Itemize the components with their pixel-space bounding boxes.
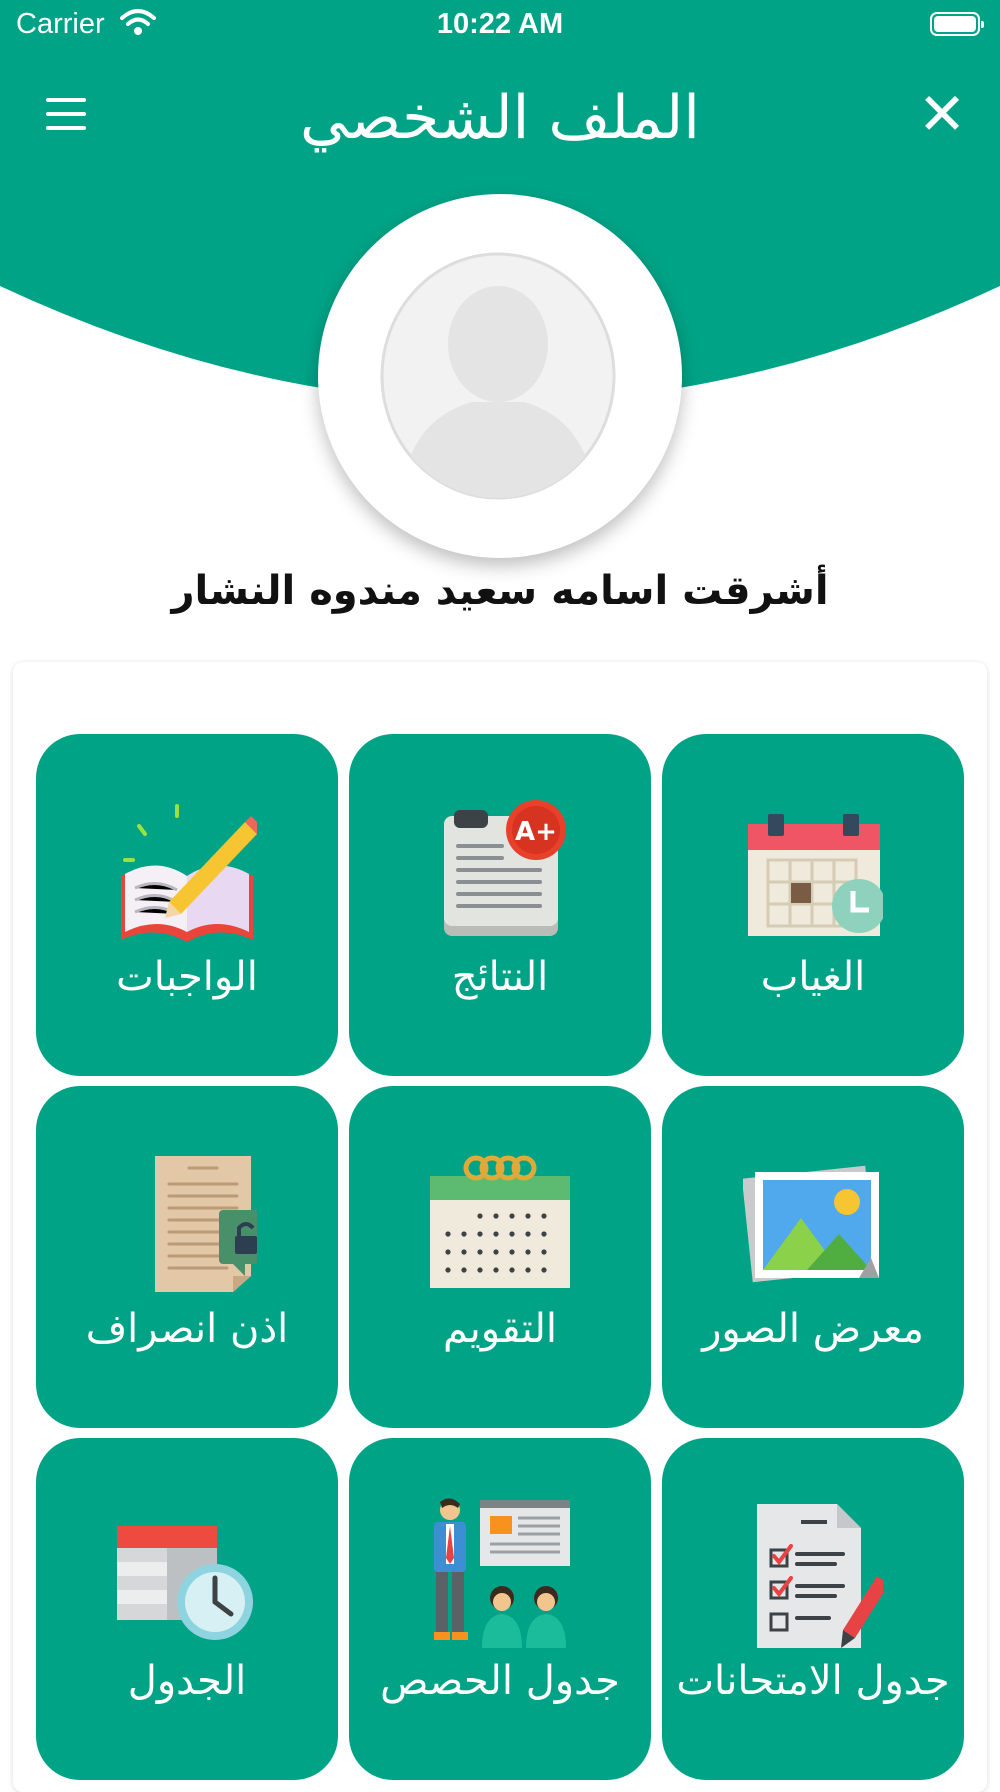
avatar-frame: [318, 194, 682, 558]
tile-label: معرض الصور: [702, 1306, 924, 1352]
tile-label: جدول الامتحانات: [676, 1658, 950, 1704]
status-bar: Carrier 10:22 AM: [0, 0, 1000, 50]
tile-leave-permission[interactable]: اذن انصراف: [36, 1086, 338, 1428]
tile-label: التقويم: [442, 1306, 558, 1352]
svg-text:A+: A+: [515, 817, 557, 847]
tile-class-schedule[interactable]: جدول الحصص: [349, 1438, 651, 1780]
tile-label: الجدول: [127, 1658, 247, 1704]
absence-calendar-icon: [748, 814, 883, 936]
leave-permission-icon: [155, 1156, 257, 1292]
tile-results[interactable]: A+ النتائج: [349, 734, 651, 1076]
homework-book-icon: [121, 804, 257, 942]
tile-calendar[interactable]: التقويم: [349, 1086, 651, 1428]
timetable-clock-icon: [117, 1526, 253, 1640]
tile-exam-schedule[interactable]: جدول الامتحانات: [662, 1438, 964, 1780]
tile-label: اذن انصراف: [85, 1306, 289, 1352]
page-title: الملف الشخصي: [300, 83, 700, 153]
battery-icon: [930, 12, 984, 36]
avatar-placeholder-icon[interactable]: [380, 252, 616, 500]
tile-absence[interactable]: الغياب: [662, 734, 964, 1076]
calendar-icon: [430, 1155, 570, 1288]
tile-label: النتائج: [451, 954, 549, 1000]
close-button[interactable]: ✕: [916, 84, 968, 144]
class-schedule-icon: [434, 1498, 570, 1648]
tile-photo-gallery[interactable]: معرض الصور: [662, 1086, 964, 1428]
status-time: 10:22 AM: [436, 8, 564, 40]
photo-gallery-icon: [743, 1165, 879, 1283]
exam-checklist-icon: [757, 1504, 883, 1648]
results-report-icon: A+: [444, 800, 566, 936]
tile-timetable[interactable]: الجدول: [36, 1438, 338, 1780]
tile-homework[interactable]: الواجبات: [36, 734, 338, 1076]
tile-label: الغياب: [760, 954, 866, 1000]
tile-label: جدول الحصص: [380, 1658, 620, 1704]
student-name: أشرقت اسامه سعيد مندوه النشار: [171, 568, 829, 614]
tile-label: الواجبات: [116, 954, 258, 1000]
